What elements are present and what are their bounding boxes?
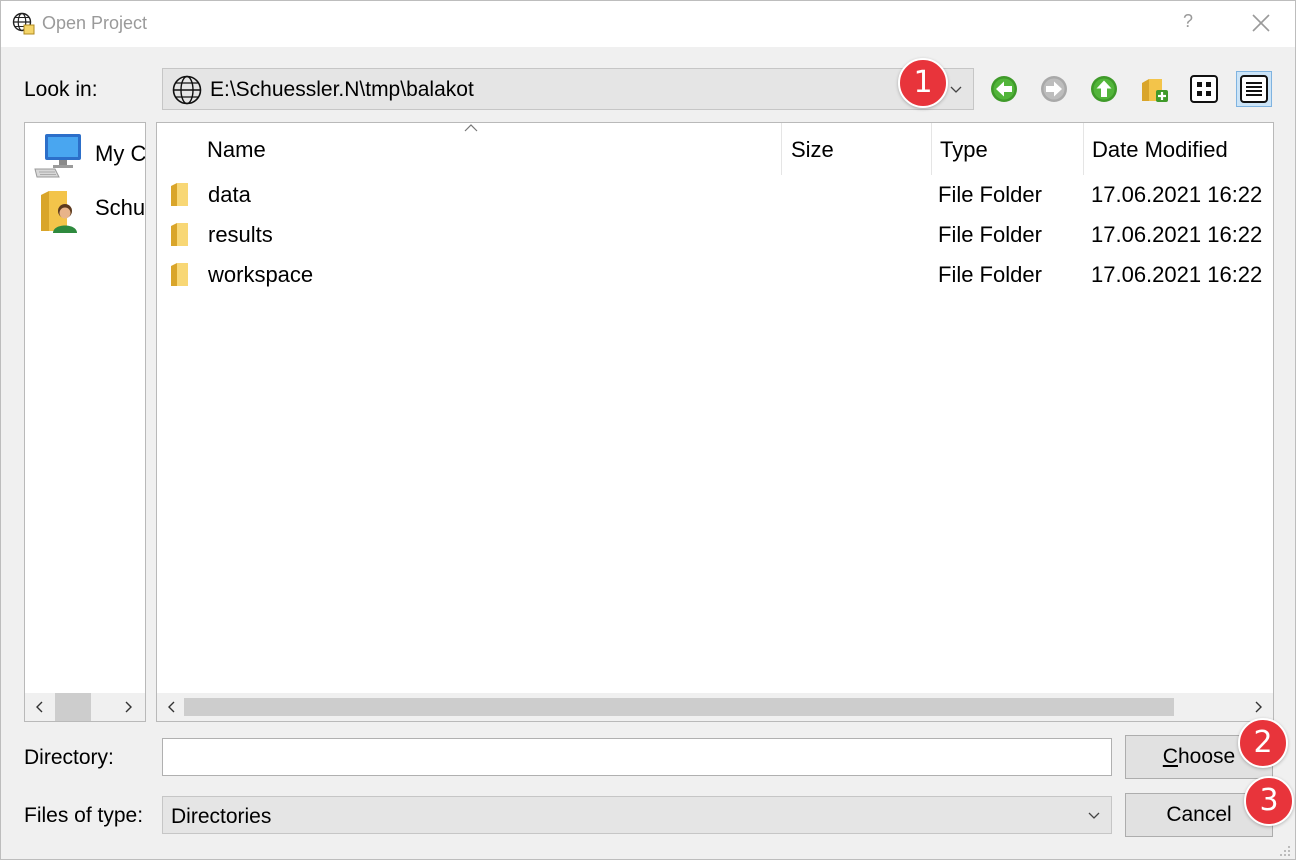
files-of-type-label: Files of type: <box>24 804 144 827</box>
file-row-results[interactable]: results File Folder 17.06.2021 16:22 <box>157 215 1273 255</box>
sidebar-item-my-computer[interactable]: My C <box>33 131 146 181</box>
file-modified: 17.06.2021 16:22 <box>1091 182 1263 207</box>
file-list-view: Name Size Type Date Modified data File F… <box>156 122 1274 722</box>
open-project-dialog: Open Project ? Look in: E:\Schuessler.N\… <box>0 0 1296 860</box>
up-arrow-icon[interactable] <box>1086 71 1122 107</box>
sidebar-horizontal-scrollbar[interactable] <box>25 693 145 721</box>
folder-icon <box>171 263 188 286</box>
file-row-workspace[interactable]: workspace File Folder 17.06.2021 16:22 <box>157 255 1273 295</box>
globe-icon <box>12 12 35 35</box>
column-name[interactable]: Name <box>157 123 782 175</box>
annotation-badge-3: 3 <box>1244 776 1294 826</box>
sidebar-item-label: My C <box>95 141 146 166</box>
detail-view-icon <box>1240 75 1268 103</box>
computer-icon <box>34 134 81 178</box>
look-in-path: E:\Schuessler.N\tmp\balakot <box>210 78 474 101</box>
sidebar-item-label: Schu <box>95 195 146 220</box>
files-of-type-value: Directories <box>171 805 272 828</box>
choose-mnemonic: C <box>1162 745 1178 768</box>
choose-label: hoose <box>1177 745 1236 768</box>
column-size[interactable]: Size <box>782 123 932 175</box>
scroll-left-icon[interactable] <box>165 700 179 714</box>
user-folder-icon <box>41 191 77 233</box>
scroll-left-icon[interactable] <box>33 700 47 714</box>
title-bar: Open Project ? <box>1 1 1295 47</box>
help-button[interactable]: ? <box>1183 11 1193 32</box>
file-type: File Folder <box>938 262 1042 287</box>
back-arrow-icon[interactable] <box>986 71 1022 107</box>
file-type: File Folder <box>938 222 1042 247</box>
globe-icon <box>172 75 202 105</box>
file-name: results <box>208 222 273 247</box>
scroll-thumb[interactable] <box>55 693 91 721</box>
scroll-right-icon[interactable] <box>121 700 135 714</box>
detail-view-button[interactable] <box>1236 71 1272 107</box>
column-header: Name Size Type Date Modified <box>157 123 1273 175</box>
look-in-combobox[interactable]: E:\Schuessler.N\tmp\balakot <box>162 68 974 110</box>
file-modified: 17.06.2021 16:22 <box>1091 222 1263 247</box>
forward-arrow-icon[interactable] <box>1036 71 1072 107</box>
chevron-down-icon <box>950 86 962 93</box>
file-row-data[interactable]: data File Folder 17.06.2021 16:22 <box>157 175 1273 215</box>
places-sidebar: My C Schu <box>24 122 146 722</box>
scroll-thumb[interactable] <box>184 698 1174 716</box>
look-in-label: Look in: <box>24 78 98 101</box>
annotation-badge-2: 2 <box>1238 718 1288 768</box>
file-type: File Folder <box>938 182 1042 207</box>
new-folder-icon[interactable] <box>1136 71 1172 107</box>
resize-grip-icon[interactable] <box>1277 843 1291 857</box>
close-icon[interactable] <box>1249 11 1273 35</box>
folder-icon <box>171 223 188 246</box>
column-date-modified[interactable]: Date Modified <box>1084 123 1273 175</box>
scroll-right-icon[interactable] <box>1251 700 1265 714</box>
directory-input[interactable] <box>162 738 1112 776</box>
folder-icon <box>171 183 188 206</box>
window-title: Open Project <box>42 13 148 33</box>
file-name: workspace <box>208 262 314 287</box>
files-of-type-combobox[interactable]: Directories <box>162 796 1112 834</box>
column-type[interactable]: Type <box>932 123 1084 175</box>
annotation-badge-1: 1 <box>898 58 948 108</box>
file-modified: 17.06.2021 16:22 <box>1091 262 1263 287</box>
file-name: data <box>208 182 251 207</box>
list-view-icon[interactable] <box>1186 71 1222 107</box>
file-list-horizontal-scrollbar[interactable] <box>157 693 1273 721</box>
sidebar-item-user[interactable]: Schu <box>33 185 146 235</box>
chevron-down-icon <box>1088 812 1100 819</box>
directory-label: Directory: <box>24 746 114 769</box>
